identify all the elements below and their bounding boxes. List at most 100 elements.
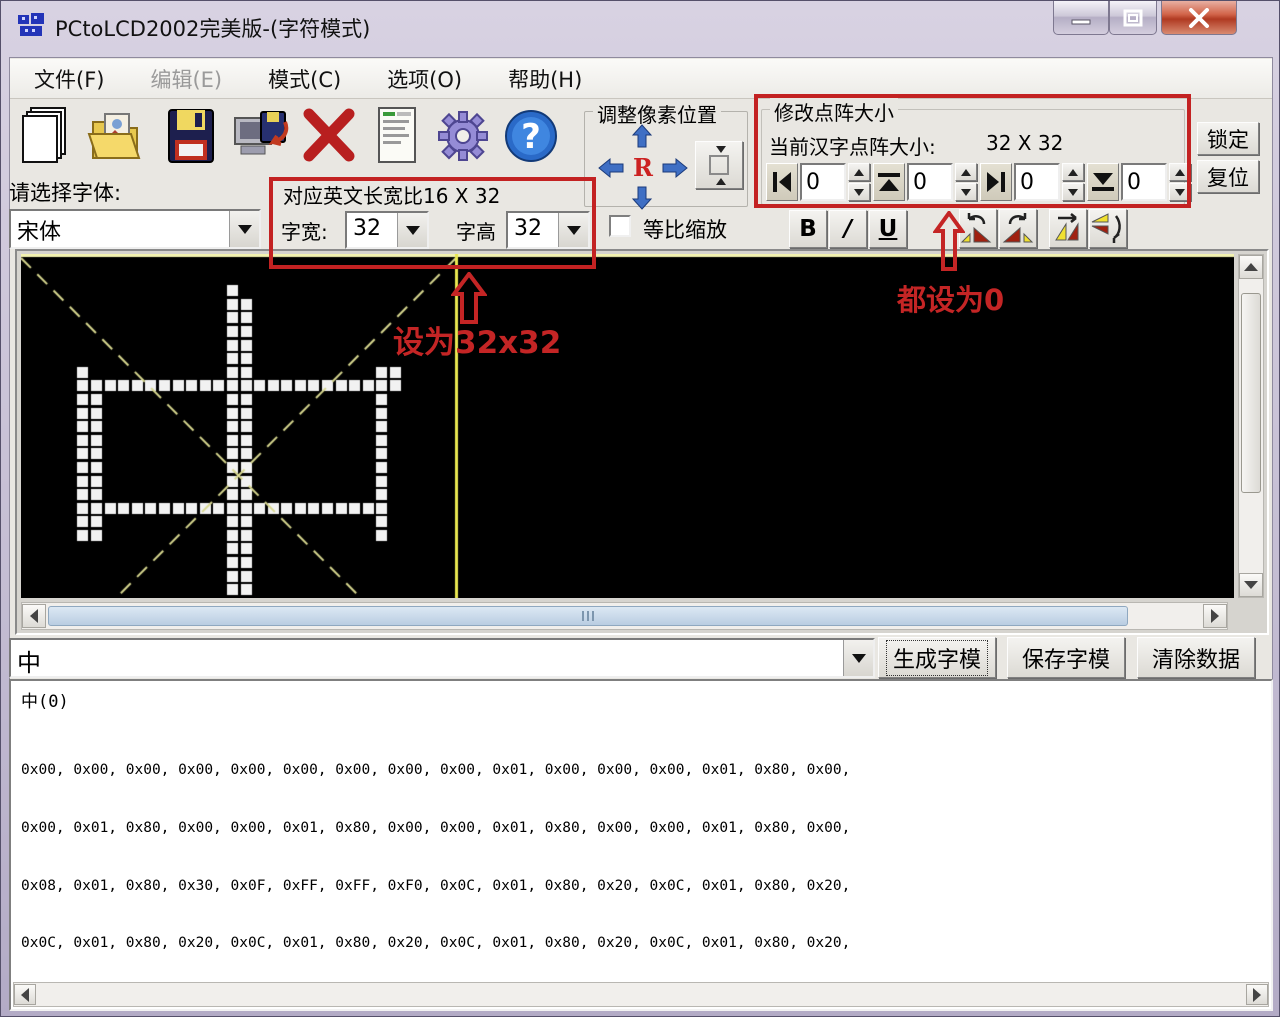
move-right-icon[interactable] bbox=[659, 155, 689, 181]
maximize-icon bbox=[1123, 9, 1143, 27]
generate-button[interactable]: 生成字模 bbox=[878, 637, 996, 678]
char-width-label: 字宽: bbox=[281, 216, 328, 245]
right-offset-spinner[interactable] bbox=[1062, 163, 1084, 201]
output-panel[interactable]: 中(0) 0x00, 0x00, 0x00, 0x00, 0x00, 0x00,… bbox=[9, 679, 1273, 1011]
open-file-icon[interactable] bbox=[87, 104, 147, 170]
zero-note-text: 都设为0 bbox=[897, 277, 1004, 319]
char-height-label: 字高 bbox=[456, 216, 496, 245]
output-header: 中(0) bbox=[21, 687, 69, 712]
editor-vertical-scrollbar[interactable] bbox=[1238, 254, 1264, 598]
arrow-right-icon bbox=[1253, 988, 1261, 1002]
move-down-icon[interactable] bbox=[629, 183, 655, 211]
scroll-left-button[interactable] bbox=[22, 604, 46, 628]
top-offset-spinner[interactable] bbox=[955, 163, 977, 201]
help-icon[interactable]: ? bbox=[501, 104, 561, 170]
font-select-value: 宋体 bbox=[11, 211, 229, 247]
char-height-combo[interactable]: 32 bbox=[506, 211, 590, 249]
chevron-down-icon bbox=[238, 225, 252, 234]
lock-button[interactable]: 锁定 bbox=[1197, 122, 1259, 155]
menu-file[interactable]: 文件(F) bbox=[34, 64, 104, 94]
delete-icon[interactable] bbox=[299, 104, 359, 170]
hex-line: 0x00, 0x00, 0x00, 0x00, 0x00, 0x00, 0x00… bbox=[21, 761, 952, 780]
rotate-right-button[interactable] bbox=[999, 209, 1037, 248]
clear-data-button[interactable]: 清除数据 bbox=[1137, 637, 1255, 678]
scroll-right-button[interactable] bbox=[1203, 604, 1227, 628]
top-offset-input[interactable] bbox=[907, 163, 953, 201]
menu-help[interactable]: 帮助(H) bbox=[508, 64, 582, 94]
arrow-left-icon bbox=[30, 609, 38, 623]
close-button[interactable] bbox=[1161, 1, 1237, 35]
save-output-button[interactable]: 保存字模 bbox=[1007, 637, 1125, 678]
export-save-icon[interactable] bbox=[231, 104, 291, 170]
horizontal-scroll-thumb[interactable] bbox=[48, 606, 1128, 626]
arrow-up-icon bbox=[1244, 263, 1258, 271]
menu-edit[interactable]: 编辑(E) bbox=[150, 64, 222, 94]
ratio-label: 对应英文长宽比16 X 32 bbox=[283, 180, 500, 209]
bottom-offset-spinner[interactable] bbox=[1169, 163, 1191, 201]
underline-button[interactable]: U bbox=[869, 210, 907, 248]
edge-left-icon bbox=[771, 171, 793, 193]
matrix-current-value: 32 X 32 bbox=[986, 131, 1063, 155]
pixel-adjust-title: 调整像素位置 bbox=[593, 99, 721, 128]
glyph-pixel-editor[interactable] bbox=[21, 254, 1234, 598]
minimize-button[interactable] bbox=[1053, 1, 1109, 35]
vertical-scroll-thumb[interactable] bbox=[1241, 293, 1261, 493]
edge-top-button[interactable] bbox=[873, 163, 905, 201]
scroll-left-button[interactable] bbox=[14, 984, 36, 1005]
scroll-up-button[interactable] bbox=[1239, 255, 1263, 279]
settings-icon[interactable] bbox=[433, 104, 493, 170]
font-select-dropdown-button[interactable] bbox=[229, 211, 259, 247]
rotate-right-icon bbox=[1000, 210, 1034, 245]
move-up-icon[interactable] bbox=[629, 123, 655, 151]
char-width-combo[interactable]: 32 bbox=[345, 211, 429, 249]
italic-button[interactable]: / bbox=[829, 210, 867, 248]
matrix-title: 修改点阵大小 bbox=[770, 97, 898, 126]
edge-bottom-button[interactable] bbox=[1087, 163, 1119, 201]
char-width-dropdown-button[interactable] bbox=[397, 213, 427, 247]
pixel-reset-button[interactable]: R bbox=[632, 153, 654, 181]
zero-note-arrow bbox=[933, 211, 965, 271]
app-window: PCtoLCD2002完美版-(字符模式) 文件(F) 编辑(E) 模式(C) … bbox=[0, 0, 1280, 1017]
move-left-icon[interactable] bbox=[597, 155, 627, 181]
rotate-left-icon bbox=[960, 210, 994, 245]
char-input-value: 中 bbox=[11, 640, 843, 676]
right-offset-input[interactable] bbox=[1014, 163, 1060, 201]
svg-text:?: ? bbox=[521, 117, 541, 157]
proportional-scale-label: 等比缩放 bbox=[643, 214, 727, 244]
save-icon[interactable] bbox=[161, 104, 221, 170]
font-select-combo[interactable]: 宋体 bbox=[9, 209, 261, 249]
left-offset-input[interactable] bbox=[800, 163, 846, 201]
matrix-current-label: 当前汉字点阵大小: bbox=[769, 131, 936, 160]
chevron-down-icon bbox=[406, 226, 420, 235]
output-hex-lines: 0x00, 0x00, 0x00, 0x00, 0x00, 0x00, 0x00… bbox=[21, 723, 952, 1011]
size-note-text: 设为32x32 bbox=[393, 317, 561, 362]
title-bar[interactable]: PCtoLCD2002完美版-(字符模式) bbox=[1, 1, 1280, 49]
bottom-offset-input[interactable] bbox=[1121, 163, 1167, 201]
arrow-down-icon bbox=[1244, 581, 1258, 589]
menu-mode[interactable]: 模式(C) bbox=[268, 64, 341, 94]
code-notes-icon[interactable] bbox=[367, 104, 427, 170]
edge-right-button[interactable] bbox=[980, 163, 1012, 201]
scroll-right-button[interactable] bbox=[1246, 984, 1268, 1005]
hex-line: 0x00, 0x01, 0x80, 0x00, 0x00, 0x01, 0x80… bbox=[21, 819, 952, 838]
reset-button[interactable]: 复位 bbox=[1197, 160, 1259, 193]
edge-right-icon bbox=[985, 171, 1007, 193]
char-input-dropdown-button[interactable] bbox=[843, 640, 873, 676]
flip-horizontal-button[interactable] bbox=[1089, 209, 1127, 248]
left-offset-spinner[interactable] bbox=[848, 163, 870, 201]
char-input-combo[interactable]: 中 bbox=[9, 638, 875, 678]
generate-button-label: 生成字模 bbox=[886, 640, 988, 676]
scroll-down-button[interactable] bbox=[1239, 573, 1263, 597]
flip-vertical-button[interactable] bbox=[1049, 209, 1087, 248]
char-height-dropdown-button[interactable] bbox=[558, 213, 588, 247]
bold-button[interactable]: B bbox=[789, 210, 827, 248]
output-horizontal-scrollbar[interactable] bbox=[13, 982, 1269, 1007]
window-title: PCtoLCD2002完美版-(字符模式) bbox=[55, 13, 370, 43]
maximize-button[interactable] bbox=[1109, 1, 1157, 35]
center-glyph-button[interactable] bbox=[695, 141, 743, 189]
menu-options[interactable]: 选项(O) bbox=[387, 64, 462, 94]
editor-horizontal-scrollbar[interactable] bbox=[21, 602, 1228, 630]
edge-left-button[interactable] bbox=[766, 163, 798, 201]
proportional-scale-checkbox[interactable] bbox=[609, 215, 631, 237]
new-document-icon[interactable] bbox=[17, 104, 77, 170]
